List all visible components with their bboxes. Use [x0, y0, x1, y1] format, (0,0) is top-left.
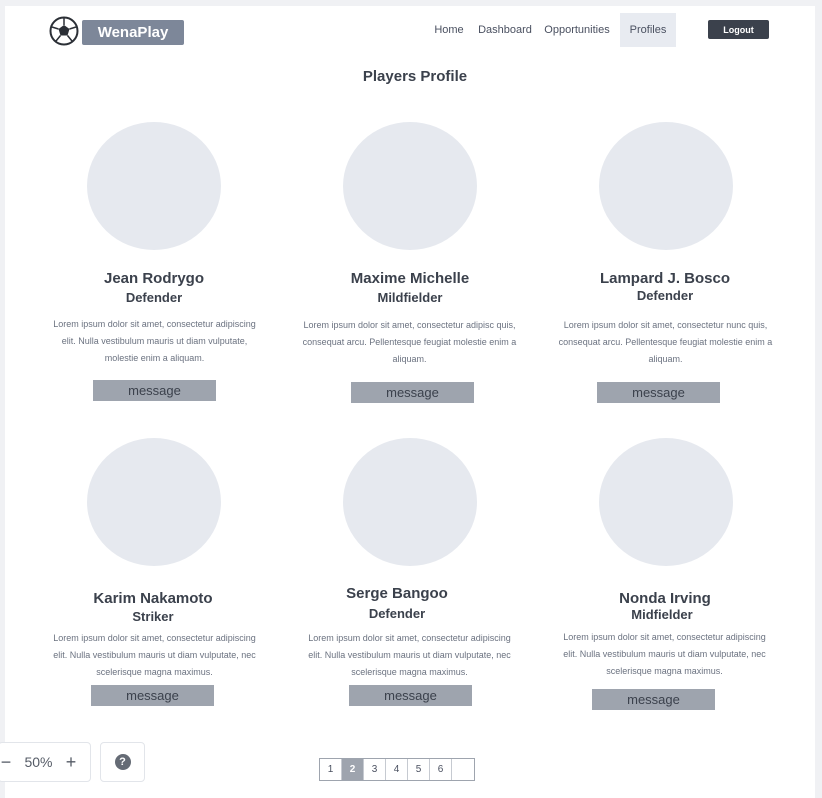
avatar	[87, 438, 221, 566]
help-icon: ?	[114, 754, 131, 770]
zoom-out-button[interactable]: −	[0, 752, 13, 773]
page-title: Players Profile	[362, 68, 468, 85]
page-button[interactable]: 5	[408, 759, 430, 780]
pagination: 1 2 3 4 5 6	[319, 758, 475, 781]
avatar	[599, 122, 733, 250]
player-name: Jean Rodrygo	[103, 270, 205, 287]
nav-dashboard[interactable]: Dashboard	[477, 13, 533, 47]
page-button-empty[interactable]	[452, 759, 474, 780]
soccer-ball-icon[interactable]	[49, 16, 79, 46]
page-canvas: WenaPlay Home Dashboard Opportunities Pr…	[5, 6, 815, 798]
player-role: Defender	[368, 606, 426, 621]
player-role: Defender	[636, 288, 694, 303]
player-name: Maxime Michelle	[350, 270, 470, 287]
nav-home[interactable]: Home	[424, 13, 474, 47]
avatar	[343, 122, 477, 250]
logout-button[interactable]: Logout	[708, 20, 769, 39]
page-button-current[interactable]: 2	[342, 759, 364, 780]
nav-opportunities[interactable]: Opportunities	[540, 13, 614, 47]
player-role: Defender	[125, 290, 183, 305]
page-button[interactable]: 1	[320, 759, 342, 780]
page-button[interactable]: 6	[430, 759, 452, 780]
nav-profiles[interactable]: Profiles	[620, 13, 676, 47]
player-bio: Lorem ipsum dolor sit amet, consectetur …	[563, 632, 766, 676]
player-bio: Lorem ipsum dolor sit amet, consectetur …	[53, 633, 256, 677]
player-bio: Lorem ipsum dolor sit amet, consectetur …	[308, 633, 511, 677]
message-button[interactable]: message	[91, 685, 214, 706]
message-button[interactable]: message	[349, 685, 472, 706]
page-button[interactable]: 3	[364, 759, 386, 780]
avatar	[87, 122, 221, 250]
page-button[interactable]: 4	[386, 759, 408, 780]
message-button[interactable]: message	[351, 382, 474, 403]
player-name: Serge Bangoo	[346, 585, 448, 602]
avatar	[343, 438, 477, 566]
message-button[interactable]: message	[93, 380, 216, 401]
avatar	[599, 438, 733, 566]
brand-name[interactable]: WenaPlay	[82, 20, 184, 45]
message-button[interactable]: message	[597, 382, 720, 403]
player-role: Striker	[132, 609, 174, 624]
player-bio: Lorem ipsum dolor sit amet, consectetur …	[53, 319, 256, 363]
player-name: Lampard J. Bosco	[599, 270, 731, 287]
player-bio: Lorem ipsum dolor sit amet, consectetur …	[558, 320, 773, 364]
help-button[interactable]: ?	[100, 742, 145, 782]
zoom-level: 50%	[24, 754, 53, 770]
message-button[interactable]: message	[592, 689, 715, 710]
zoom-control: − 50% +	[0, 742, 91, 782]
player-role: Midfielder	[631, 607, 693, 622]
player-bio: Lorem ipsum dolor sit amet, consectetur …	[302, 320, 517, 364]
player-role: Mildfielder	[377, 290, 443, 305]
player-name: Nonda Irving	[619, 590, 711, 607]
zoom-in-button[interactable]: +	[64, 752, 78, 773]
player-name: Karim Nakamoto	[93, 590, 213, 607]
